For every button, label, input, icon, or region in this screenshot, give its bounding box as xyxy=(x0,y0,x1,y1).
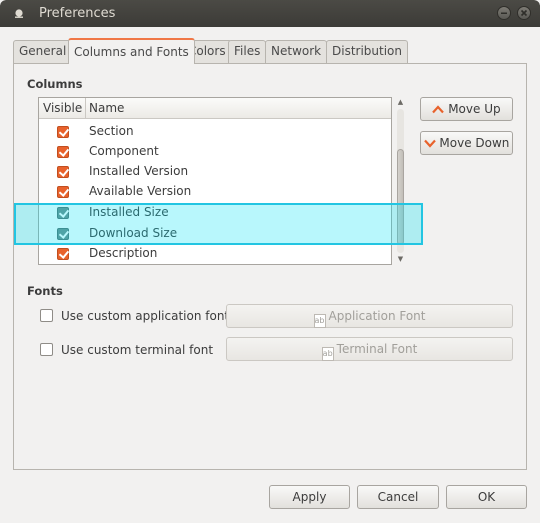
visible-checkbox[interactable] xyxy=(57,186,69,198)
column-name: Installed Version xyxy=(89,164,189,178)
minimize-icon xyxy=(501,12,507,14)
window-title: Preferences xyxy=(39,6,116,21)
terminal-font-button[interactable]: ab Terminal Font xyxy=(226,337,513,361)
minimize-button[interactable] xyxy=(497,6,511,20)
header-name[interactable]: Name xyxy=(89,101,124,115)
list-item[interactable]: Description xyxy=(39,244,391,264)
columns-list-header: Visible Name xyxy=(39,98,391,119)
list-item[interactable]: Available Version xyxy=(39,182,391,202)
tab-network[interactable]: Network xyxy=(265,40,328,63)
list-item[interactable]: Component xyxy=(39,142,391,162)
ok-button[interactable]: OK xyxy=(446,485,527,509)
title-bar[interactable]: Preferences xyxy=(0,0,540,27)
chevron-down-icon xyxy=(423,139,436,148)
close-icon xyxy=(520,9,528,17)
visible-checkbox[interactable] xyxy=(57,248,69,260)
column-name: Component xyxy=(89,144,159,158)
chevron-up-icon xyxy=(432,105,445,114)
application-font-button[interactable]: ab Application Font xyxy=(226,304,513,328)
scroll-down-icon[interactable]: ▼ xyxy=(395,254,406,264)
fonts-heading: Fonts xyxy=(27,284,63,298)
custom-terminal-font-label[interactable]: Use custom terminal font xyxy=(61,343,213,357)
close-button[interactable] xyxy=(517,6,531,20)
visible-checkbox[interactable] xyxy=(57,146,69,158)
highlight-annotation xyxy=(14,203,423,245)
tab-general[interactable]: General xyxy=(13,40,73,63)
terminal-font-label: Terminal Font xyxy=(336,342,418,356)
columns-heading: Columns xyxy=(27,77,83,91)
move-down-button[interactable]: Move Down xyxy=(420,131,513,155)
custom-terminal-font-checkbox[interactable] xyxy=(40,343,53,356)
preferences-window: Preferences General Columns and Fonts Co… xyxy=(0,0,540,523)
font-icon: ab xyxy=(313,314,326,328)
font-icon: ab xyxy=(321,347,334,361)
list-item[interactable]: Installed Version xyxy=(39,162,391,182)
application-font-label: Application Font xyxy=(328,309,426,323)
tab-distribution[interactable]: Distribution xyxy=(326,40,409,63)
scroll-up-icon[interactable]: ▲ xyxy=(395,97,406,107)
tab-columns-and-fonts[interactable]: Columns and Fonts xyxy=(68,38,195,64)
visible-checkbox[interactable] xyxy=(57,126,69,138)
header-separator xyxy=(85,98,86,119)
column-name: Section xyxy=(89,124,134,138)
column-name: Available Version xyxy=(89,184,192,198)
tab-files[interactable]: Files xyxy=(228,40,267,63)
custom-app-font-checkbox[interactable] xyxy=(40,309,53,322)
app-menu-icon[interactable] xyxy=(14,8,24,18)
column-name: Description xyxy=(89,246,158,260)
move-up-label: Move Up xyxy=(448,102,501,116)
apply-button[interactable]: Apply xyxy=(269,485,350,509)
list-item[interactable]: Section xyxy=(39,122,391,142)
header-visible[interactable]: Visible xyxy=(43,101,82,115)
custom-app-font-label[interactable]: Use custom application font xyxy=(61,309,229,323)
cancel-button[interactable]: Cancel xyxy=(357,485,439,509)
move-down-label: Move Down xyxy=(439,136,510,150)
move-up-button[interactable]: Move Up xyxy=(420,97,513,121)
visible-checkbox[interactable] xyxy=(57,166,69,178)
